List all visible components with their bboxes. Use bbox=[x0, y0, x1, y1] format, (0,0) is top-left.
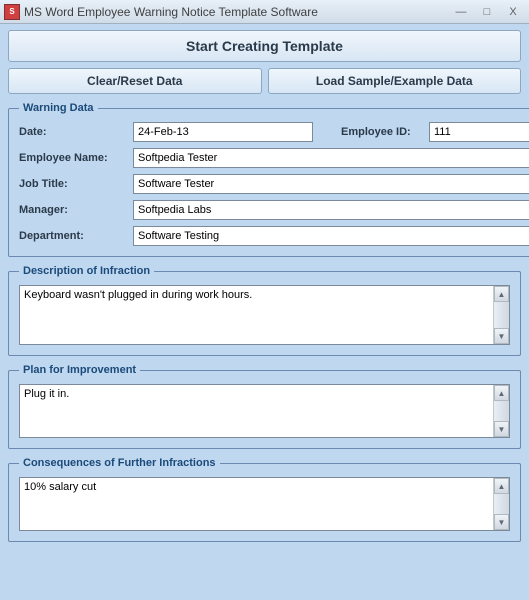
plan-scrollbar[interactable]: ▲ ▼ bbox=[493, 385, 509, 437]
consequences-scrollbar[interactable]: ▲ ▼ bbox=[493, 478, 509, 530]
job-title-label: Job Title: bbox=[19, 178, 125, 190]
scroll-up-icon[interactable]: ▲ bbox=[494, 385, 509, 401]
warning-data-legend: Warning Data bbox=[19, 102, 98, 114]
infraction-group: Description of Infraction ▲ ▼ bbox=[8, 265, 521, 356]
date-input[interactable] bbox=[133, 122, 313, 142]
scroll-up-icon[interactable]: ▲ bbox=[494, 286, 509, 302]
infraction-textarea[interactable] bbox=[20, 286, 493, 344]
infraction-legend: Description of Infraction bbox=[19, 265, 154, 277]
scroll-down-icon[interactable]: ▼ bbox=[494, 514, 509, 530]
scroll-track[interactable] bbox=[494, 302, 509, 328]
content-area: Start Creating Template Clear/Reset Data… bbox=[0, 24, 529, 556]
employee-name-row: Employee Name: bbox=[19, 148, 529, 168]
employee-id-label: Employee ID: bbox=[341, 126, 421, 138]
scroll-up-icon[interactable]: ▲ bbox=[494, 478, 509, 494]
department-label: Department: bbox=[19, 230, 125, 242]
warning-data-group: Warning Data Date: Employee ID: Employee… bbox=[8, 102, 529, 257]
titlebar: S MS Word Employee Warning Notice Templa… bbox=[0, 0, 529, 24]
infraction-scrollbar[interactable]: ▲ ▼ bbox=[493, 286, 509, 344]
button-row: Clear/Reset Data Load Sample/Example Dat… bbox=[8, 68, 521, 94]
date-label: Date: bbox=[19, 126, 125, 138]
start-creating-button[interactable]: Start Creating Template bbox=[8, 30, 521, 62]
clear-reset-button[interactable]: Clear/Reset Data bbox=[8, 68, 262, 94]
manager-input[interactable] bbox=[133, 200, 529, 220]
consequences-legend: Consequences of Further Infractions bbox=[19, 457, 220, 469]
date-row: Date: Employee ID: bbox=[19, 122, 529, 142]
job-title-input[interactable] bbox=[133, 174, 529, 194]
employee-name-label: Employee Name: bbox=[19, 152, 125, 164]
close-button[interactable]: X bbox=[501, 4, 525, 20]
infraction-textarea-wrap: ▲ ▼ bbox=[19, 285, 510, 345]
scroll-down-icon[interactable]: ▼ bbox=[494, 421, 509, 437]
plan-group: Plan for Improvement ▲ ▼ bbox=[8, 364, 521, 449]
scroll-track[interactable] bbox=[494, 494, 509, 514]
consequences-textarea[interactable] bbox=[20, 478, 493, 530]
job-title-row: Job Title: bbox=[19, 174, 529, 194]
scroll-down-icon[interactable]: ▼ bbox=[494, 328, 509, 344]
scroll-track[interactable] bbox=[494, 401, 509, 421]
window-title: MS Word Employee Warning Notice Template… bbox=[24, 5, 449, 19]
department-row: Department: bbox=[19, 226, 529, 246]
employee-name-input[interactable] bbox=[133, 148, 529, 168]
plan-legend: Plan for Improvement bbox=[19, 364, 140, 376]
minimize-button[interactable]: — bbox=[449, 4, 473, 20]
consequences-textarea-wrap: ▲ ▼ bbox=[19, 477, 510, 531]
manager-row: Manager: bbox=[19, 200, 529, 220]
maximize-button[interactable]: □ bbox=[475, 4, 499, 20]
window-controls: — □ X bbox=[449, 4, 525, 20]
plan-textarea-wrap: ▲ ▼ bbox=[19, 384, 510, 438]
department-input[interactable] bbox=[133, 226, 529, 246]
app-icon: S bbox=[4, 4, 20, 20]
plan-textarea[interactable] bbox=[20, 385, 493, 437]
manager-label: Manager: bbox=[19, 204, 125, 216]
load-sample-button[interactable]: Load Sample/Example Data bbox=[268, 68, 522, 94]
employee-id-input[interactable] bbox=[429, 122, 529, 142]
consequences-group: Consequences of Further Infractions ▲ ▼ bbox=[8, 457, 521, 542]
